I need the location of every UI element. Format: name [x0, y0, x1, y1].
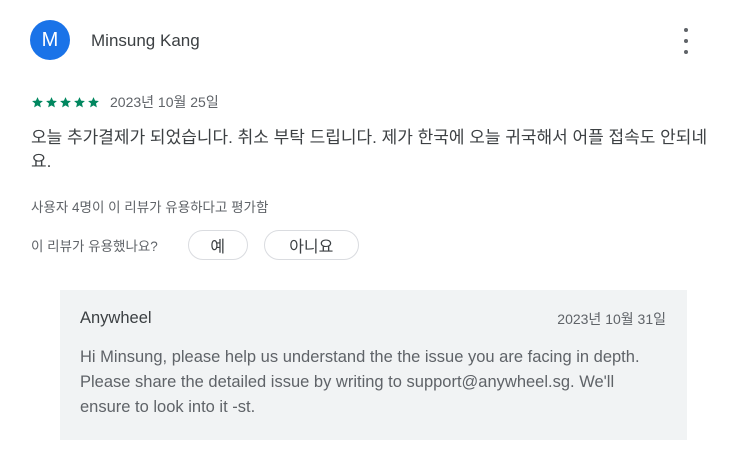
star-icon	[88, 96, 99, 107]
more-options-icon[interactable]	[678, 28, 694, 54]
reply-author: Anywheel	[80, 309, 152, 327]
developer-reply: Anywheel 2023년 10월 31일 Hi Minsung, pleas…	[60, 290, 687, 440]
no-button[interactable]: 아니요	[263, 230, 359, 260]
helpful-question-row: 이 리뷰가 유용했나요? 예 아니요	[31, 230, 359, 260]
star-rating	[31, 96, 100, 109]
review-header: M Minsung Kang	[30, 20, 710, 62]
author-name: Minsung Kang	[91, 31, 200, 50]
yes-button[interactable]: 예	[187, 230, 248, 260]
star-icon	[74, 96, 85, 107]
star-icon	[32, 96, 43, 107]
helpful-question-label: 이 리뷰가 유용했나요?	[31, 239, 158, 254]
review-text: 오늘 추가결제가 되었습니다. 취소 부탁 드립니다. 제가 한국에 오늘 귀국…	[31, 128, 708, 171]
review-meta: 2023년 10월 25일	[31, 94, 219, 110]
helpful-count: 사용자 4명이 이 리뷰가 유용하다고 평가함	[31, 200, 269, 215]
reply-text: Hi Minsung, please help us understand th…	[80, 348, 640, 416]
star-icon	[60, 96, 71, 107]
avatar: M	[30, 20, 70, 60]
star-icon	[46, 96, 57, 107]
review-date: 2023년 10월 25일	[110, 94, 219, 110]
reply-date: 2023년 10월 31일	[557, 311, 666, 327]
